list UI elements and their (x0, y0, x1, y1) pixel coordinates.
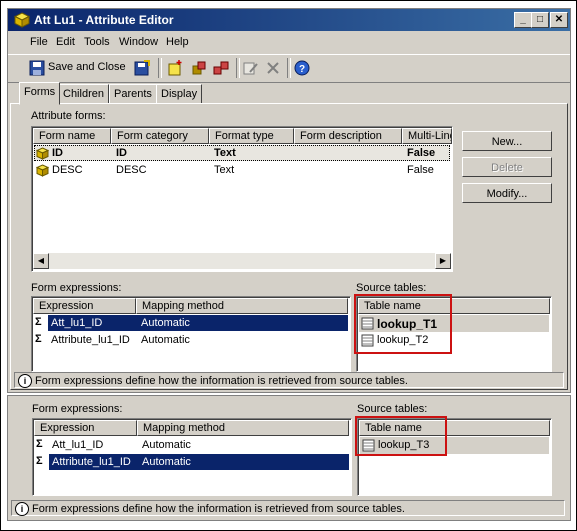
toolbar-separator (236, 58, 240, 78)
highlight-box (355, 416, 447, 456)
format-type-cell: Text (214, 147, 236, 159)
delete-icon[interactable] (264, 59, 282, 77)
column-mapping-method[interactable]: Mapping method (136, 298, 348, 314)
form-name-cell: ID (52, 147, 63, 159)
menu-tools[interactable]: Tools (84, 36, 110, 48)
status-text: Form expressions define how the informat… (32, 503, 405, 515)
multi-lingual-cell: False (407, 147, 436, 159)
menu-file[interactable]: File (30, 36, 48, 48)
expression-sigma-icon: Σ (36, 438, 43, 450)
screenshot-frame: Att Lu1 - Attribute Editor _ □ ✕ File Ed… (0, 0, 577, 531)
column-form-category[interactable]: Form category (111, 128, 209, 144)
expression-sigma-icon: Σ (35, 333, 42, 345)
expression-cell: Attribute_lu1_ID (52, 456, 131, 468)
form-cube-icon (36, 147, 49, 160)
mapping-method-cell: Automatic (142, 456, 191, 468)
close-button[interactable]: ✕ (550, 12, 568, 28)
expressions-panel-crop: Form expressions: Source tables: Express… (7, 395, 571, 521)
source-tables-label: Source tables: (356, 282, 427, 294)
svg-text:?: ? (299, 64, 305, 75)
form-category-cell: DESC (116, 164, 147, 176)
column-format-type[interactable]: Format type (209, 128, 294, 144)
expression-sigma-icon: Σ (36, 455, 43, 467)
minimize-button[interactable]: _ (514, 12, 532, 28)
info-icon: i (18, 374, 32, 388)
new-attribute-icon[interactable] (166, 59, 184, 77)
menu-window[interactable]: Window (119, 36, 158, 48)
form-expressions-list[interactable]: Expression Mapping method Σ Att_lu1_ID A… (31, 296, 351, 372)
column-form-name[interactable]: Form name (33, 128, 111, 144)
tab-children[interactable]: Children (58, 84, 109, 104)
mapping-method-cell: Automatic (141, 317, 190, 329)
column-form-description[interactable]: Form description (294, 128, 402, 144)
help-icon[interactable]: ? (293, 59, 311, 77)
toolbar: Save and Close ? (8, 54, 570, 83)
attribute-cube-icon (14, 12, 30, 28)
window-title: Att Lu1 - Attribute Editor (34, 13, 174, 27)
expression-cell: Attribute_lu1_ID (51, 334, 130, 346)
info-icon: i (15, 502, 29, 516)
attribute-editor-window: Att Lu1 - Attribute Editor _ □ ✕ File Ed… (7, 8, 571, 393)
format-type-cell: Text (214, 164, 235, 176)
scroll-right-icon[interactable]: ▶ (435, 253, 451, 269)
expression-sigma-icon: Σ (35, 316, 42, 328)
form-name-cell: DESC (52, 164, 83, 176)
menu-help[interactable]: Help (166, 36, 189, 48)
table-row-selected[interactable] (34, 145, 450, 161)
modify-button[interactable]: Modify... (462, 183, 552, 203)
form-category-cell: ID (116, 147, 127, 159)
tab-parents[interactable]: Parents (109, 84, 157, 104)
attribute-parts-icon[interactable] (190, 59, 208, 77)
tab-display[interactable]: Display (156, 84, 203, 104)
toolbar-separator (158, 58, 162, 78)
title-bar[interactable]: Att Lu1 - Attribute Editor _ □ ✕ (8, 9, 570, 31)
tab-forms[interactable]: Forms (19, 82, 61, 105)
column-multi-lingual[interactable]: Multi-Ling (402, 128, 452, 144)
form-expressions-list[interactable]: Expression Mapping method Σ Att_lu1_ID A… (32, 418, 352, 496)
form-expressions-label: Form expressions: (32, 403, 123, 415)
form-expressions-label: Form expressions: (31, 282, 122, 294)
scroll-left-icon[interactable]: ◀ (33, 253, 49, 269)
save-disk-icon[interactable] (133, 59, 151, 77)
attribute-forms-list[interactable]: Form name Form category Format type Form… (31, 126, 453, 272)
status-bar: i Form expressions define how the inform… (14, 372, 564, 388)
status-text: Form expressions define how the informat… (35, 375, 408, 387)
column-expression[interactable]: Expression (34, 420, 137, 436)
column-mapping-method[interactable]: Mapping method (137, 420, 349, 436)
save-and-close-button[interactable]: Save and Close (48, 61, 126, 73)
toolbar-separator (287, 58, 291, 78)
forms-panel: Attribute forms: Form name Form category… (10, 103, 568, 390)
horizontal-scrollbar[interactable]: ◀ ▶ (33, 253, 451, 269)
form-cube-icon (36, 164, 49, 177)
highlight-box (354, 294, 452, 354)
source-tables-label: Source tables: (357, 403, 428, 415)
new-button[interactable]: New... (462, 131, 552, 151)
maximize-button[interactable]: □ (531, 12, 549, 28)
attribute-relations-icon[interactable] (212, 59, 230, 77)
expression-cell: Att_lu1_ID (52, 439, 104, 451)
save-icon[interactable] (28, 59, 46, 77)
menu-edit[interactable]: Edit (56, 36, 75, 48)
expression-cell: Att_lu1_ID (51, 317, 103, 329)
attribute-forms-label: Attribute forms: (31, 110, 106, 122)
delete-button[interactable]: Delete (462, 157, 552, 177)
status-bar: i Form expressions define how the inform… (11, 500, 565, 516)
mapping-method-cell: Automatic (142, 439, 191, 451)
column-expression[interactable]: Expression (33, 298, 136, 314)
menu-bar: File Edit Tools Window Help (8, 32, 570, 52)
mapping-method-cell: Automatic (141, 334, 190, 346)
edit-icon[interactable] (242, 59, 260, 77)
multi-lingual-cell: False (407, 164, 434, 176)
